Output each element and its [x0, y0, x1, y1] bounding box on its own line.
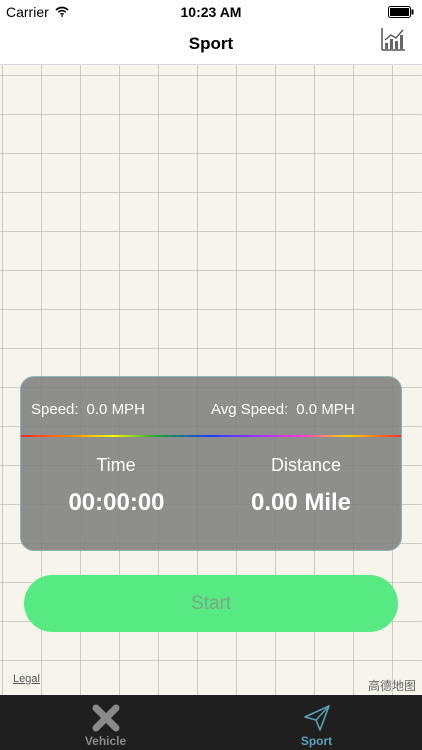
time-value: 00:00:00 [68, 489, 165, 516]
chart-button[interactable] [378, 26, 408, 56]
time-label: Time [96, 455, 136, 475]
tab-vehicle[interactable]: Vehicle [0, 695, 211, 750]
distance-value: 0.00 Mile [250, 489, 352, 516]
speed-value: 0.0 MPH [86, 401, 145, 418]
legal-link[interactable]: Legal [13, 673, 40, 685]
tab-sport-label: Sport [300, 734, 333, 748]
start-button[interactable]: Start [24, 575, 398, 632]
speed-label: Speed: [31, 401, 79, 418]
chart-icon [380, 26, 406, 57]
speed-readout: Speed: 0.0 MPH [31, 401, 145, 418]
status-bar: Carrier 10:23 AM [0, 0, 422, 24]
avg-speed-label: Avg Speed: [211, 401, 289, 418]
tab-bar: Vehicle Sport [0, 695, 422, 750]
page-title: Sport [188, 34, 234, 53]
distance-label: Distance [270, 455, 342, 475]
stats-panel: Speed: 0.0 MPH Avg Speed: 0.0 MPH Time Dis… [20, 376, 402, 551]
avg-speed-readout: Avg Speed: 0.0 MPH [211, 401, 355, 418]
status-time: 10:23 AM [180, 4, 242, 20]
map-logo: 高德地图 [367, 679, 416, 693]
sport-icon [211, 703, 422, 733]
tab-vehicle-label: Vehicle [84, 734, 127, 748]
tab-sport[interactable]: Sport [211, 695, 422, 750]
vehicle-icon [0, 703, 211, 733]
start-label: Start [190, 592, 232, 614]
battery-icon [388, 5, 414, 21]
avg-speed-value: 0.0 MPH [296, 401, 355, 418]
navigation-bar: Sport [0, 24, 422, 65]
speed-color-legend [21, 435, 401, 437]
